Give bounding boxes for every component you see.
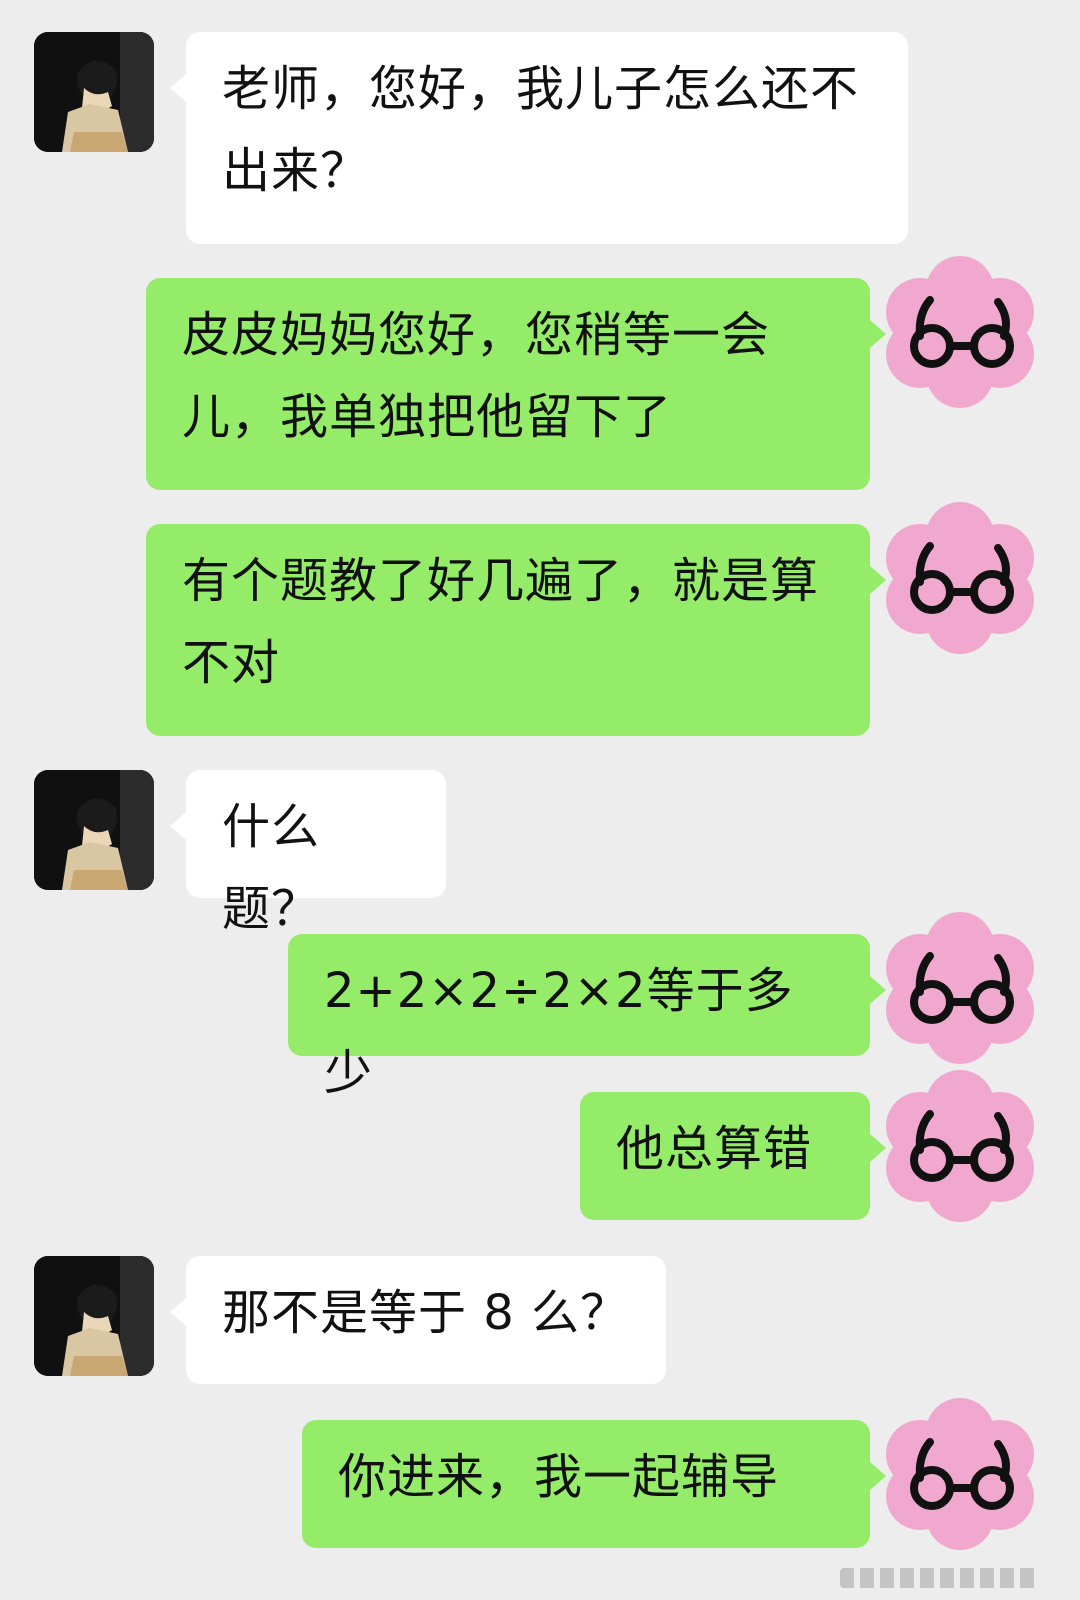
person-avatar-icon	[34, 1256, 154, 1376]
user-avatar[interactable]	[880, 250, 1040, 410]
pink-flower-glasses-icon	[886, 1398, 1034, 1550]
message-text: 2+2×2÷2×2等于多少	[324, 963, 794, 1101]
contact-avatar[interactable]	[34, 32, 154, 152]
message-bubble-outgoing[interactable]: 皮皮妈妈您好，您稍等一会儿，我单独把他留下了	[146, 278, 886, 490]
pink-flower-glasses-icon	[886, 1070, 1034, 1222]
message-bubble-incoming[interactable]: 什么题？	[170, 770, 446, 937]
chat-thread: 老师，您好，我儿子怎么还不出来？ 皮皮妈妈您好，您稍等一会儿，我单独把他留下了	[0, 0, 1080, 1600]
user-avatar[interactable]	[880, 496, 1040, 656]
user-avatar[interactable]	[880, 906, 1040, 1066]
user-avatar[interactable]	[880, 1064, 1040, 1224]
user-avatar[interactable]	[880, 1392, 1040, 1552]
pink-flower-glasses-icon	[886, 256, 1034, 408]
message-text: 那不是等于 8 么？	[222, 1285, 630, 1341]
message-text: 有个题教了好几遍了，就是算不对	[182, 553, 820, 691]
message-bubble-outgoing[interactable]: 你进来，我一起辅导	[302, 1420, 886, 1548]
message-bubble-incoming[interactable]: 那不是等于 8 么？	[170, 1256, 666, 1384]
message-text: 老师，您好，我儿子怎么还不出来？	[222, 61, 860, 199]
person-avatar-icon	[34, 32, 154, 152]
pink-flower-glasses-icon	[886, 912, 1034, 1064]
message-text: 你进来，我一起辅导	[338, 1449, 780, 1505]
message-text: 他总算错	[616, 1121, 813, 1177]
message-bubble-outgoing[interactable]: 有个题教了好几遍了，就是算不对	[146, 524, 886, 736]
message-bubble-incoming[interactable]: 老师，您好，我儿子怎么还不出来？	[170, 32, 908, 244]
message-bubble-outgoing[interactable]: 他总算错	[580, 1092, 886, 1220]
contact-avatar[interactable]	[34, 1256, 154, 1376]
message-text: 皮皮妈妈您好，您稍等一会儿，我单独把他留下了	[182, 307, 771, 445]
person-avatar-icon	[34, 770, 154, 890]
contact-avatar[interactable]	[34, 770, 154, 890]
message-bubble-outgoing[interactable]: 2+2×2÷2×2等于多少	[288, 934, 886, 1101]
watermark	[840, 1568, 1040, 1588]
pink-flower-glasses-icon	[886, 502, 1034, 654]
message-text: 什么题？	[222, 799, 321, 937]
